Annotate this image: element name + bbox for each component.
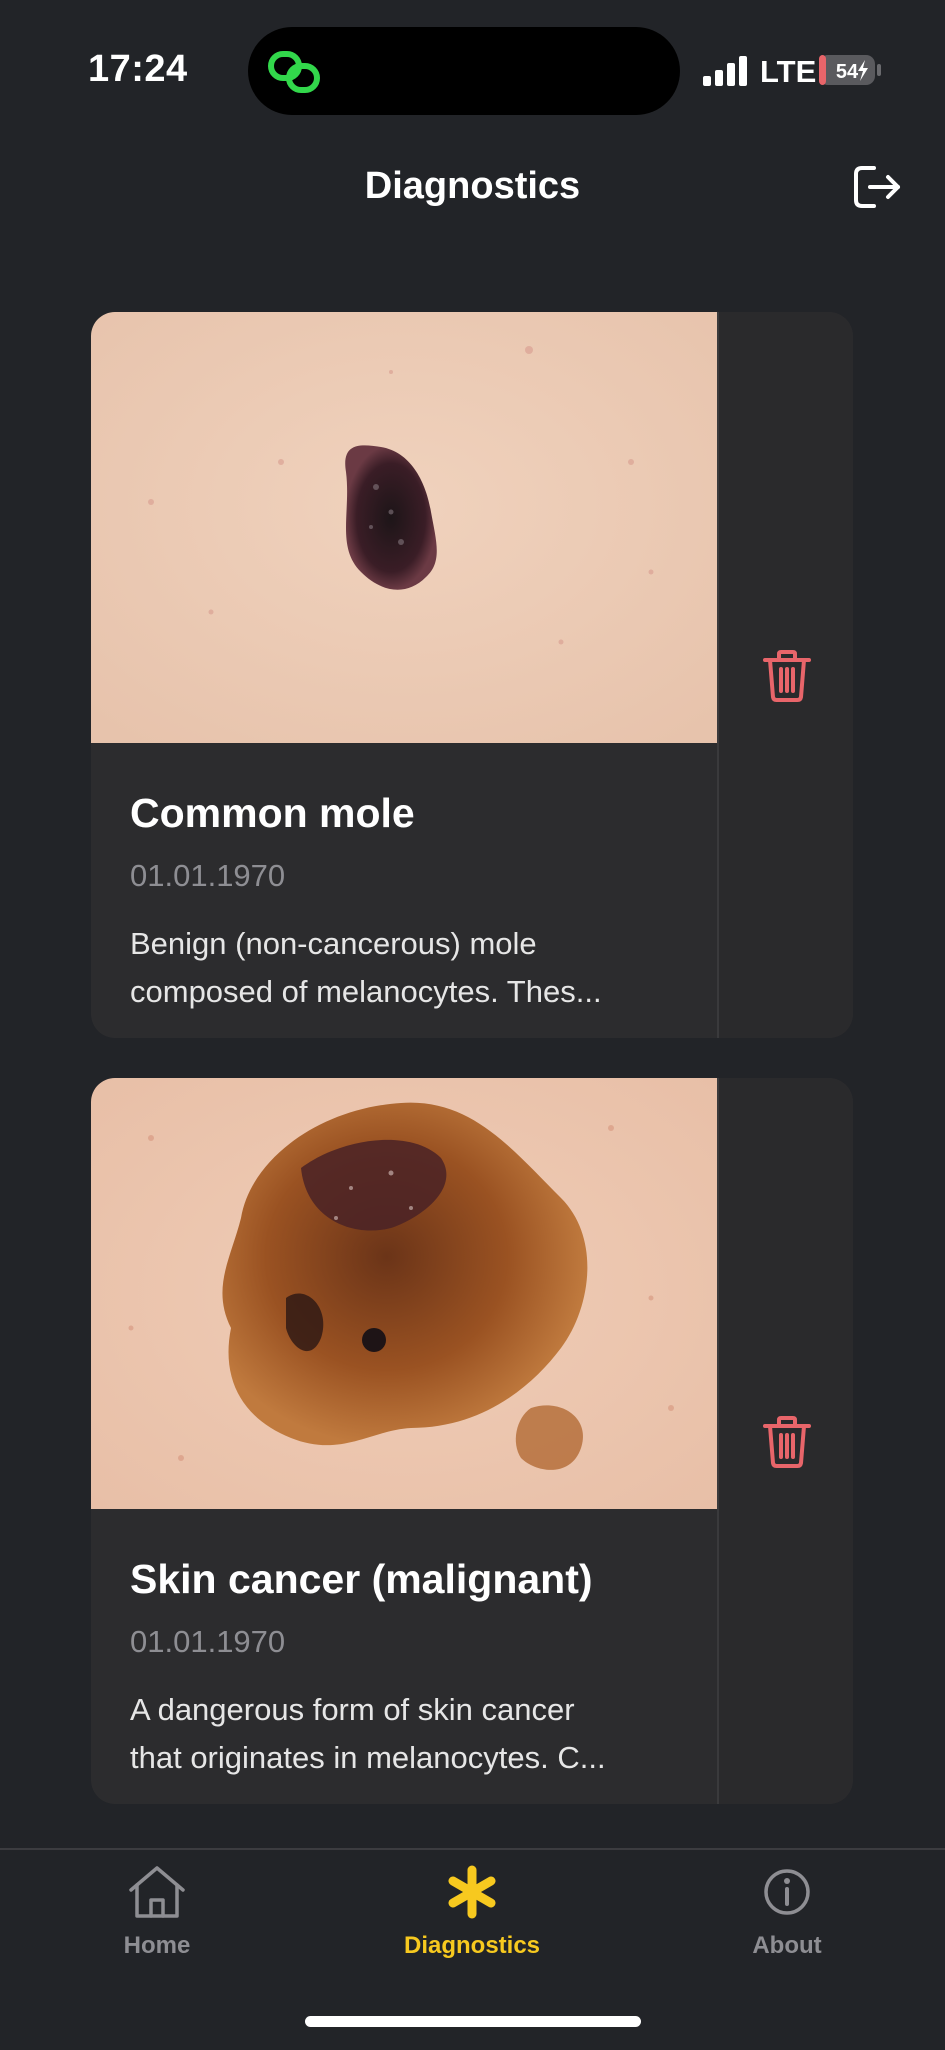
logout-icon[interactable] bbox=[852, 164, 902, 210]
asterisk-icon bbox=[448, 1865, 496, 1919]
diagnosis-content: Common mole 01.01.1970 Benign (non-cance… bbox=[91, 743, 717, 1038]
description-line: A dangerous form of skin cancer bbox=[130, 1692, 575, 1727]
description-line: Benign (non-cancerous) mole bbox=[130, 926, 537, 961]
battery-level: 54 bbox=[836, 61, 859, 83]
diagnosis-card[interactable]: Skin cancer (malignant) 01.01.1970 A dan… bbox=[91, 1078, 853, 1804]
diagnosis-card[interactable]: Common mole 01.01.1970 Benign (non-cance… bbox=[91, 312, 853, 1038]
status-bar: 17:24 LTE 54 bbox=[0, 0, 945, 130]
diagnosis-description: Benign (non-cancerous) mole composed of … bbox=[130, 920, 690, 1016]
tab-label: About bbox=[752, 1932, 822, 1959]
trash-icon[interactable] bbox=[762, 1415, 812, 1469]
diagnosis-description: A dangerous form of skin cancer that ori… bbox=[130, 1686, 690, 1782]
status-time: 17:24 bbox=[88, 48, 188, 90]
mole-photo bbox=[91, 312, 717, 743]
network-type: LTE bbox=[760, 54, 817, 89]
diagnosis-title: Skin cancer (malignant) bbox=[130, 1556, 593, 1602]
tab-home[interactable]: Home bbox=[57, 1864, 257, 1984]
tab-diagnostics[interactable]: Diagnostics bbox=[372, 1864, 572, 1984]
tab-label: Home bbox=[123, 1932, 191, 1959]
diagnosis-title: Common mole bbox=[130, 790, 415, 836]
diagnosis-date: 01.01.1970 bbox=[130, 1624, 286, 1659]
page-title: Diagnostics bbox=[364, 165, 581, 207]
tab-about[interactable]: About bbox=[687, 1864, 887, 1984]
trash-icon[interactable] bbox=[762, 649, 812, 703]
house-icon bbox=[129, 1866, 185, 1918]
diagnosis-content: Skin cancer (malignant) 01.01.1970 A dan… bbox=[91, 1509, 717, 1804]
info-icon bbox=[764, 1869, 810, 1915]
description-line: composed of melanocytes. Thes... bbox=[130, 974, 602, 1009]
battery-icon: 54 bbox=[819, 55, 881, 85]
home-indicator[interactable] bbox=[305, 2016, 641, 2027]
tab-label: Diagnostics bbox=[403, 1932, 541, 1959]
cellular-signal-icon bbox=[703, 56, 747, 86]
melanoma-photo bbox=[91, 1078, 717, 1509]
app-activity-icon bbox=[268, 51, 320, 93]
description-line: that originates in melanocytes. C... bbox=[130, 1740, 606, 1775]
diagnosis-date: 01.01.1970 bbox=[130, 858, 286, 893]
